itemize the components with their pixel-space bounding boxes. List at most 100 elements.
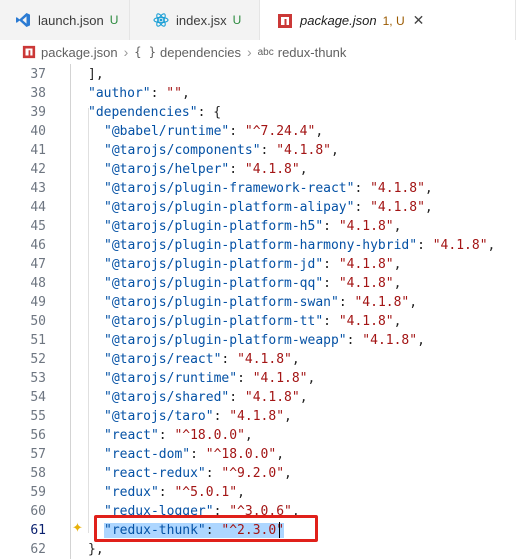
code-content: "react-redux": "^9.2.0",: [104, 464, 292, 483]
code-line[interactable]: 43 "@tarojs/plugin-framework-react": "4.1…: [0, 179, 516, 198]
breadcrumb-section[interactable]: dependencies: [160, 45, 241, 60]
json-colon: :: [158, 428, 175, 443]
json-value: "4.1.8": [370, 181, 425, 196]
code-line[interactable]: 49 "@tarojs/plugin-platform-swan": "4.1.8…: [0, 293, 516, 312]
code-token: },: [88, 542, 104, 557]
code-token-group: "dependencies": {: [88, 105, 221, 120]
json-key: "@tarojs/runtime": [104, 371, 238, 386]
tab-label: package.json: [300, 13, 377, 28]
json-colon: :: [354, 200, 371, 215]
code-line[interactable]: 59 "redux": "^5.0.1",: [0, 483, 516, 502]
json-colon: :: [221, 352, 238, 367]
json-value: "4.1.8": [370, 200, 425, 215]
code-content: "@tarojs/react": "4.1.8",: [104, 350, 300, 369]
code-line[interactable]: 37],: [0, 65, 516, 84]
code-content: "@tarojs/shared": "4.1.8",: [104, 388, 308, 407]
json-comma: ,: [409, 295, 418, 310]
code-token-group: "@tarojs/plugin-framework-react": "4.1.8…: [104, 181, 425, 196]
json-colon: :: [229, 162, 245, 177]
sparkle-icon[interactable]: ✦: [72, 520, 83, 536]
code-line[interactable]: 41 "@tarojs/components": "4.1.8",: [0, 141, 516, 160]
breadcrumb-file[interactable]: package.json: [41, 45, 118, 60]
code-content: "@tarojs/helper": "4.1.8",: [104, 160, 308, 179]
code-line[interactable]: 57 "react-dom": "^18.0.0",: [0, 445, 516, 464]
json-comma: ,: [393, 219, 402, 234]
code-content: "@tarojs/plugin-platform-weapp": "4.1.8"…: [104, 331, 425, 350]
chevron-right-icon: ›: [246, 44, 252, 60]
json-value: "^9.2.0": [221, 466, 285, 481]
breadcrumb-item[interactable]: redux-thunk: [278, 45, 347, 60]
line-number: 49: [30, 295, 46, 310]
code-line[interactable]: 52 "@tarojs/react": "4.1.8",: [0, 350, 516, 369]
code-token-group: "@tarojs/plugin-platform-h5": "4.1.8": [104, 219, 394, 234]
code-line[interactable]: 50 "@tarojs/plugin-platform-tt": "4.1.8",: [0, 312, 516, 331]
json-key: "@tarojs/plugin-platform-h5": [104, 219, 324, 234]
json-value: "4.1.8": [244, 162, 300, 177]
code-line[interactable]: 51 "@tarojs/plugin-platform-weapp": "4.1.…: [0, 331, 516, 350]
tab-index-jsx[interactable]: index.jsx U: [130, 0, 260, 40]
json-comma: ,: [424, 200, 433, 215]
json-value: "4.1.8": [229, 409, 285, 424]
code-token-group: "@tarojs/plugin-platform-qq": "4.1.8": [104, 276, 394, 291]
json-colon: :: [354, 181, 371, 196]
chevron-right-icon: ›: [123, 44, 129, 60]
code-line[interactable]: 40 "@babel/runtime": "^7.24.4",: [0, 122, 516, 141]
json-key: "redux": [104, 485, 159, 500]
json-colon: :: [323, 257, 339, 272]
json-colon: :: [338, 295, 355, 310]
json-key: "@babel/runtime": [104, 124, 230, 139]
code-token-group: "@tarojs/helper": "4.1.8": [104, 162, 300, 177]
code-line[interactable]: 62},: [0, 540, 516, 559]
json-colon: :: [260, 143, 277, 158]
code-editor[interactable]: 37], 38 "author": "", 39 "dependencies": { 40…: [0, 64, 516, 559]
code-token-group: "author": "": [88, 86, 182, 101]
tab-launch-json[interactable]: launch.json U: [0, 0, 130, 40]
code-line[interactable]: 54 "@tarojs/shared": "4.1.8",: [0, 388, 516, 407]
json-comma: ,: [291, 352, 300, 367]
vscode-icon: [14, 11, 32, 29]
line-number: 37: [30, 67, 46, 82]
code-line[interactable]: 58 "react-redux": "^9.2.0",: [0, 464, 516, 483]
code-token-group: "@tarojs/plugin-platform-jd": "4.1.8": [104, 257, 394, 272]
json-comma: ,: [331, 143, 339, 158]
code-token-group: "@tarojs/runtime": "4.1.8": [104, 371, 308, 386]
code-token-group: "@babel/runtime": "^7.24.4": [104, 124, 315, 139]
code-line[interactable]: 53 "@tarojs/runtime": "4.1.8",: [0, 369, 516, 388]
line-number: 45: [30, 219, 46, 234]
code-line[interactable]: 47 "@tarojs/plugin-platform-jd": "4.1.8",: [0, 255, 516, 274]
code-token-group: "redux": "^5.0.1": [104, 485, 237, 500]
tab-git-status: U: [109, 13, 119, 27]
code-token-group: "react-redux": "^9.2.0": [104, 466, 284, 481]
code-line[interactable]: 48 "@tarojs/plugin-platform-qq": "4.1.8",: [0, 274, 516, 293]
tab-package-json[interactable]: package.json 1, U ✕: [260, 0, 516, 41]
code-line[interactable]: 45 "@tarojs/plugin-platform-h5": "4.1.8",: [0, 217, 516, 236]
code-content: "@tarojs/plugin-platform-harmony-hybrid"…: [104, 236, 495, 255]
json-comma: ,: [276, 447, 285, 462]
code-line[interactable]: 39 "dependencies": {: [0, 103, 516, 122]
code-line[interactable]: 44 "@tarojs/plugin-platform-alipay": "4.1…: [0, 198, 516, 217]
code-content: "@tarojs/plugin-platform-tt": "4.1.8",: [104, 312, 401, 331]
npm-icon: [22, 45, 36, 59]
code-line[interactable]: 42 "@tarojs/helper": "4.1.8",: [0, 160, 516, 179]
code-token-group: "@tarojs/react": "4.1.8": [104, 352, 292, 367]
code-line[interactable]: 56 "react": "^18.0.0",: [0, 426, 516, 445]
json-comma: ,: [393, 276, 402, 291]
line-number: 61: [30, 523, 46, 538]
editor-tab-bar: launch.json U index.jsx U package.json 1…: [0, 0, 516, 41]
json-value: "4.1.8": [354, 295, 410, 310]
line-number: 40: [30, 124, 46, 139]
json-colon: :: [323, 276, 339, 291]
json-value: "4.1.8": [338, 219, 394, 234]
code-token-group: "@tarojs/plugin-platform-tt": "4.1.8": [104, 314, 394, 329]
json-comma: ,: [307, 371, 316, 386]
line-number: 38: [30, 86, 46, 101]
json-value: "^5.0.1": [174, 485, 238, 500]
code-line[interactable]: 46 "@tarojs/plugin-platform-harmony-hybri…: [0, 236, 516, 255]
json-key: "author": [88, 86, 151, 101]
line-number: 47: [30, 257, 46, 272]
close-icon[interactable]: ✕: [413, 12, 425, 29]
code-line[interactable]: 55 "@tarojs/taro": "4.1.8",: [0, 407, 516, 426]
code-content: "react-dom": "^18.0.0",: [104, 445, 284, 464]
json-value: "4.1.8": [252, 371, 308, 386]
code-line[interactable]: 38 "author": "",: [0, 84, 516, 103]
